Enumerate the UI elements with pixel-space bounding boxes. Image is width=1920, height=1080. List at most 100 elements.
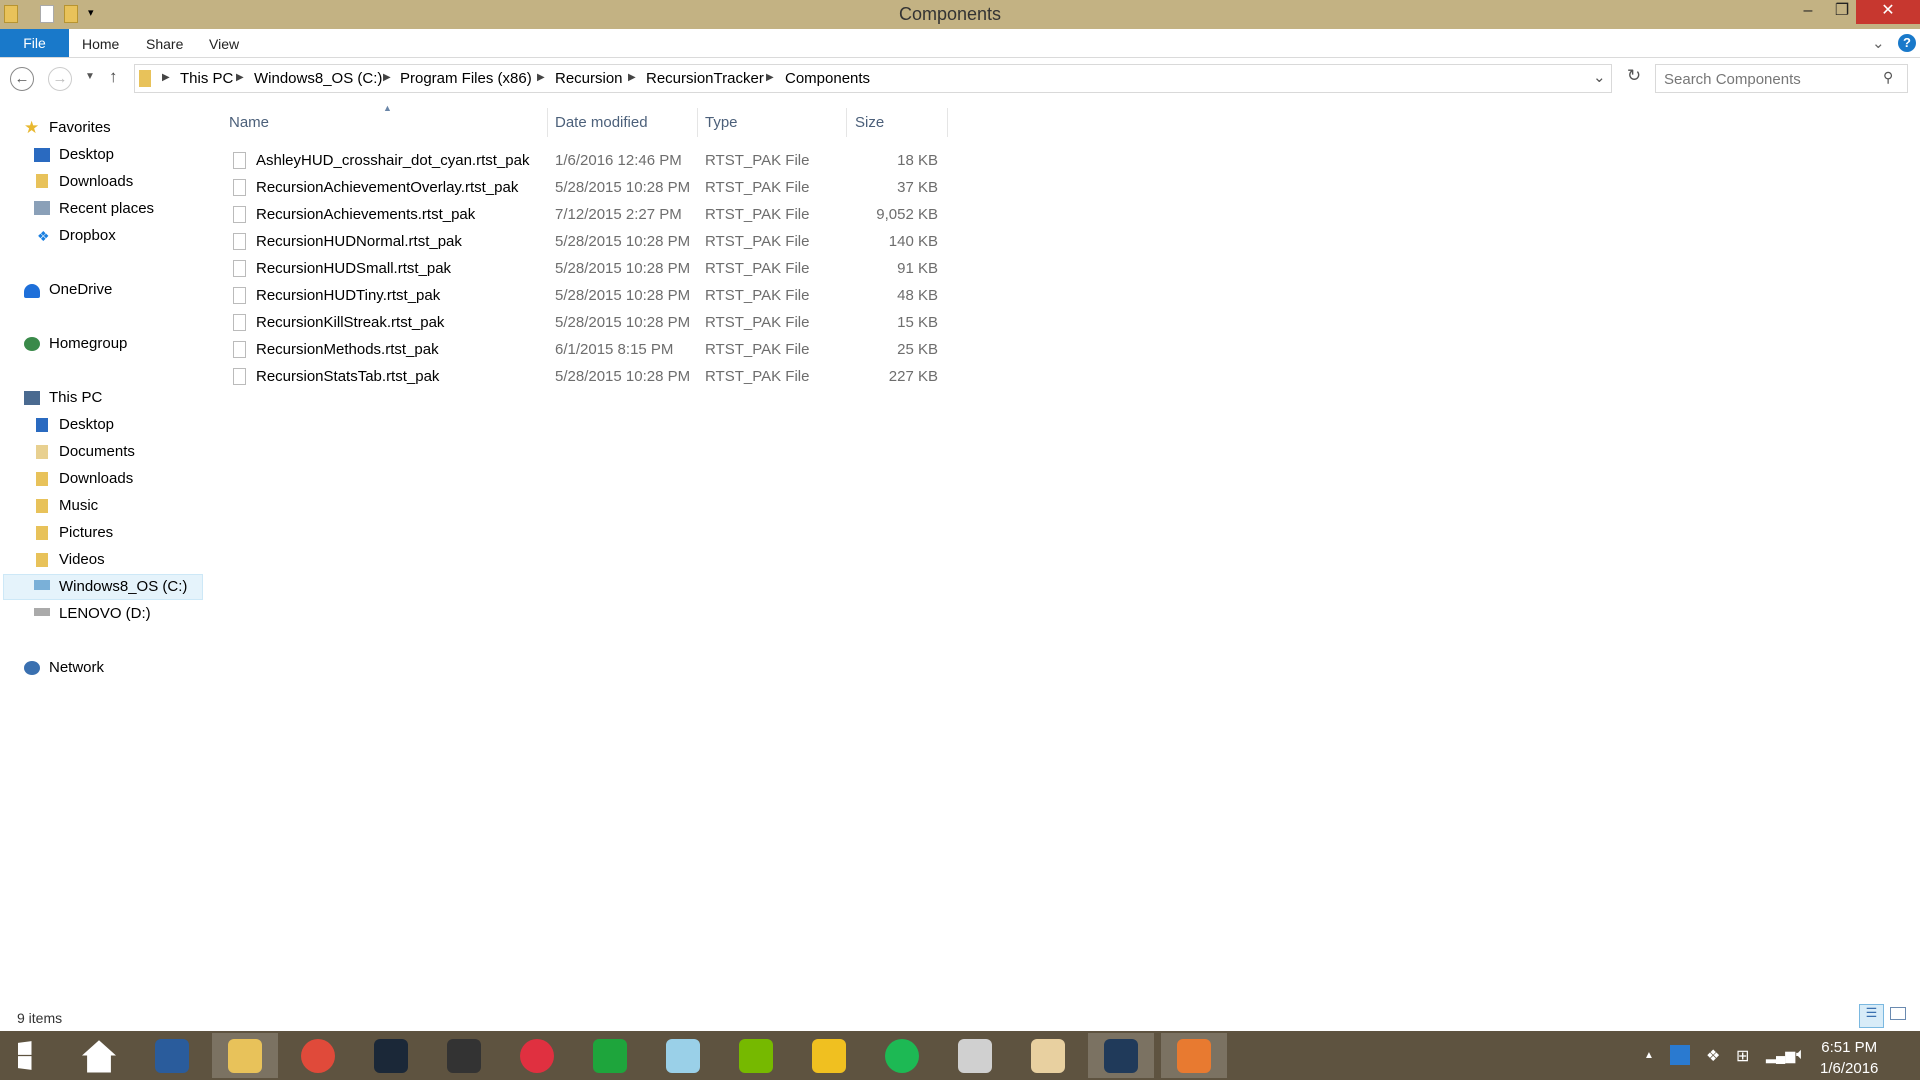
sidebar-item-pictures[interactable]: Pictures <box>59 524 113 541</box>
navigation-pane: ★ Favorites Desktop Downloads Recent pla… <box>0 108 205 1008</box>
close-button[interactable]: ✕ <box>1856 0 1920 24</box>
file-row[interactable]: RecursionKillStreak.rtst_pak 5/28/2015 1… <box>228 310 948 337</box>
store-icon <box>593 1038 627 1073</box>
search-icon[interactable]: ⚲ <box>1883 69 1893 86</box>
drive-icon <box>34 580 50 590</box>
file-type: RTST_PAK File <box>705 152 810 169</box>
up-button[interactable]: ↑ <box>109 67 118 87</box>
breadcrumb-this-pc[interactable]: This PC <box>180 70 233 87</box>
sidebar-item-windows8-os[interactable]: Windows8_OS (C:) <box>59 578 187 595</box>
help-icon[interactable]: ? <box>1898 34 1916 52</box>
details-view-button[interactable]: ☰ <box>1859 1004 1884 1028</box>
show-hidden-icons-button[interactable]: ▲ <box>1644 1050 1654 1061</box>
address-dropdown-icon[interactable]: ⌄ <box>1593 68 1606 86</box>
taskbar-app-x-button[interactable] <box>1161 1033 1227 1078</box>
file-row[interactable]: RecursionStatsTab.rtst_pak 5/28/2015 10:… <box>228 364 948 391</box>
taskbar-start-button[interactable] <box>0 1033 66 1078</box>
back-button[interactable]: ← <box>10 67 34 91</box>
dropbox-tray-icon[interactable]: ❖ <box>1706 1046 1720 1066</box>
sidebar-item-music[interactable]: Music <box>59 497 98 514</box>
taskbar-spotify-button[interactable] <box>869 1033 935 1078</box>
sidebar-item-lenovo-d[interactable]: LENOVO (D:) <box>59 605 151 622</box>
sidebar-onedrive[interactable]: OneDrive <box>49 281 112 298</box>
file-row[interactable]: RecursionMethods.rtst_pak 6/1/2015 8:15 … <box>228 337 948 364</box>
file-row[interactable]: AshleyHUD_crosshair_dot_cyan.rtst_pak 1/… <box>228 148 948 175</box>
network-icon <box>24 661 40 675</box>
column-divider[interactable] <box>846 108 847 137</box>
sidebar-item-downloads[interactable]: Downloads <box>59 470 133 487</box>
file-name: RecursionHUDTiny.rtst_pak <box>256 287 441 304</box>
taskbar-steam-button[interactable] <box>358 1033 424 1078</box>
taskbar-paint-button[interactable] <box>1015 1033 1081 1078</box>
sidebar-this-pc[interactable]: This PC <box>49 389 102 406</box>
clock[interactable]: 6:51 PM 1/6/2016 <box>1820 1037 1878 1079</box>
chevron-right-icon: ▶ <box>236 72 244 83</box>
sidebar-item-downloads[interactable]: Downloads <box>59 173 133 190</box>
file-date: 5/28/2015 10:28 PM <box>555 233 691 250</box>
sidebar-favorites[interactable]: Favorites <box>49 119 111 136</box>
folder-icon <box>139 70 151 87</box>
tab-file[interactable]: File <box>0 29 69 57</box>
column-header-date-modified[interactable]: Date modified <box>555 114 648 131</box>
file-icon <box>233 314 246 331</box>
music-icon <box>36 499 48 513</box>
file-row[interactable]: RecursionHUDTiny.rtst_pak 5/28/2015 10:2… <box>228 283 948 310</box>
taskbar-file-explorer-button[interactable] <box>212 1033 278 1078</box>
tab-home[interactable]: Home <box>82 36 119 52</box>
app-u-icon <box>447 1038 481 1073</box>
column-divider[interactable] <box>947 108 948 137</box>
tab-view[interactable]: View <box>209 36 239 52</box>
column-header-type[interactable]: Type <box>705 114 738 131</box>
taskbar-calculator-button[interactable] <box>942 1033 1008 1078</box>
lenovo-monitor-icon <box>155 1038 189 1073</box>
breadcrumb-drive[interactable]: Windows8_OS (C:) <box>254 70 382 87</box>
breadcrumb-recursion[interactable]: Recursion <box>555 70 623 87</box>
sidebar-item-desktop[interactable]: Desktop <box>59 146 114 163</box>
breadcrumb-recursiontracker[interactable]: RecursionTracker <box>646 70 764 87</box>
recent-locations-icon[interactable]: ▼ <box>85 71 95 82</box>
recent-places-icon <box>34 201 50 215</box>
refresh-button[interactable]: ↻ <box>1620 66 1648 94</box>
column-header-size[interactable]: Size <box>855 114 884 131</box>
taskbar-recursion-button[interactable] <box>1088 1033 1154 1078</box>
expand-ribbon-icon[interactable]: ⌄ <box>1872 34 1885 52</box>
intel-tray-icon[interactable] <box>1670 1045 1690 1065</box>
forward-button[interactable]: → <box>48 67 72 91</box>
column-header-name[interactable]: Name <box>229 114 269 131</box>
sidebar-item-recent-places[interactable]: Recent places <box>59 200 154 217</box>
taskbar-lenovo-monitor-button[interactable] <box>139 1033 205 1078</box>
file-icon <box>233 179 246 196</box>
breadcrumb-components[interactable]: Components <box>785 70 870 87</box>
file-row[interactable]: RecursionAchievements.rtst_pak 7/12/2015… <box>228 202 948 229</box>
tab-share[interactable]: Share <box>146 36 183 52</box>
search-input[interactable]: Search Components <box>1655 64 1908 93</box>
sidebar-homegroup[interactable]: Homegroup <box>49 335 127 352</box>
sidebar-item-dropbox[interactable]: Dropbox <box>59 227 116 244</box>
windows-tray-icon[interactable]: ⊞ <box>1736 1046 1749 1066</box>
sidebar-item-videos[interactable]: Videos <box>59 551 105 568</box>
taskbar-home-button[interactable] <box>66 1033 132 1078</box>
column-divider[interactable] <box>547 108 548 137</box>
breadcrumb-program-files[interactable]: Program Files (x86) <box>400 70 532 87</box>
volume-icon[interactable]: 🔈︎ <box>1796 1046 1806 1064</box>
file-row[interactable]: RecursionHUDNormal.rtst_pak 5/28/2015 10… <box>228 229 948 256</box>
network-signal-icon[interactable]: ▂▄▆ <box>1766 1048 1795 1064</box>
bluestacks-icon <box>812 1038 846 1073</box>
sidebar-network[interactable]: Network <box>49 659 104 676</box>
large-icons-view-button[interactable] <box>1890 1007 1906 1020</box>
file-row[interactable]: RecursionHUDSmall.rtst_pak 5/28/2015 10:… <box>228 256 948 283</box>
onedrive-icon <box>24 284 40 298</box>
sidebar-item-desktop[interactable]: Desktop <box>59 416 114 433</box>
taskbar-itunes-button[interactable] <box>504 1033 570 1078</box>
taskbar-store-button[interactable] <box>577 1033 643 1078</box>
taskbar-bluestacks-button[interactable] <box>796 1033 862 1078</box>
sidebar-item-documents[interactable]: Documents <box>59 443 135 460</box>
taskbar-nvidia-button[interactable] <box>723 1033 789 1078</box>
column-divider[interactable] <box>697 108 698 137</box>
taskbar-app-u-button[interactable] <box>431 1033 497 1078</box>
file-date: 5/28/2015 10:28 PM <box>555 314 691 331</box>
taskbar-notes-button[interactable] <box>650 1033 716 1078</box>
file-icon <box>233 152 246 169</box>
file-row[interactable]: RecursionAchievementOverlay.rtst_pak 5/2… <box>228 175 948 202</box>
taskbar-chrome-button[interactable] <box>285 1033 351 1078</box>
